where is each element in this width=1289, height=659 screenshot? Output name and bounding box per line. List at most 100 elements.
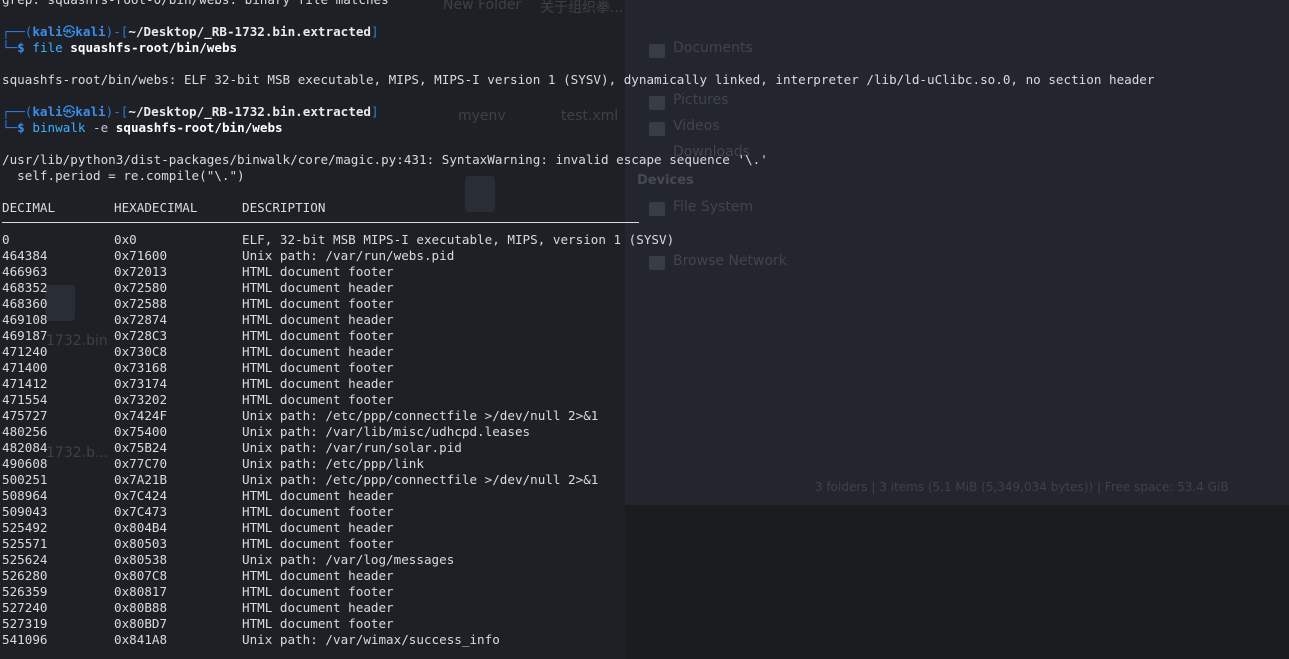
cell-hexadecimal: 0x75400 <box>114 424 168 439</box>
cell-hexadecimal: 0x72588 <box>114 296 168 311</box>
column-header-hexadecimal: HEXADECIMAL <box>114 200 198 215</box>
cell-decimal: 464384 <box>2 248 48 263</box>
command-argument: squashfs-root/bin/webs <box>70 40 238 55</box>
cell-hexadecimal: 0x804B4 <box>114 520 168 535</box>
grep-output-line: grep: squashfs-root-0/bin/webs: binary f… <box>2 0 1287 8</box>
cell-description: Unix path: /var/log/messages <box>242 552 455 567</box>
cell-hexadecimal: 0x728C3 <box>114 328 168 343</box>
cell-decimal: 482084 <box>2 440 48 455</box>
cell-hexadecimal: 0x80538 <box>114 552 168 567</box>
table-row: 469108 0x72874 HTML document header <box>2 312 1287 328</box>
cell-description: HTML document header <box>242 520 394 535</box>
table-row: 525492 0x804B4 HTML document header <box>2 520 1287 536</box>
cell-hexadecimal: 0x80B88 <box>114 600 168 615</box>
cell-description: Unix path: /etc/ppp/connectfile >/dev/nu… <box>242 472 599 487</box>
cell-description: HTML document header <box>242 344 394 359</box>
cell-hexadecimal: 0x80817 <box>114 584 168 599</box>
terminal-output[interactable]: grep: squashfs-root-0/bin/webs: binary f… <box>2 0 1287 648</box>
table-row: 0 0x0 ELF, 32-bit MSB MIPS-I executable, M… <box>2 232 1287 248</box>
cell-decimal: 526280 <box>2 568 48 583</box>
cell-hexadecimal: 0x73174 <box>114 376 168 391</box>
cell-description: HTML document header <box>242 600 394 615</box>
cell-hexadecimal: 0x7424F <box>114 408 168 423</box>
prompt-dollar: $ <box>17 120 25 135</box>
table-row: 490608 0x77C70 Unix path: /etc/ppp/link <box>2 456 1287 472</box>
cell-decimal: 475727 <box>2 408 48 423</box>
table-row: 509043 0x7C473 HTML document footer <box>2 504 1287 520</box>
prompt-host: kali <box>75 104 106 119</box>
cell-decimal: 490608 <box>2 456 48 471</box>
cell-description: HTML document footer <box>242 616 394 631</box>
cell-hexadecimal: 0x77C70 <box>114 456 168 471</box>
cell-decimal: 0 <box>2 232 10 247</box>
table-row: 466963 0x72013 HTML document footer <box>2 264 1287 280</box>
table-row: 525624 0x80538 Unix path: /var/log/message… <box>2 552 1287 568</box>
cell-description: Unix path: /etc/ppp/connectfile >/dev/nu… <box>242 408 599 423</box>
cell-description: Unix path: /var/lib/misc/udhcpd.leases <box>242 424 531 439</box>
command-name: file <box>32 40 63 55</box>
cell-decimal: 466963 <box>2 264 48 279</box>
cell-decimal: 525571 <box>2 536 48 551</box>
cell-description: HTML document header <box>242 376 394 391</box>
prompt-user: kali <box>32 104 63 119</box>
cell-hexadecimal: 0x75B24 <box>114 440 168 455</box>
cell-description: ELF, 32-bit MSB MIPS-I executable, MIPS,… <box>242 232 675 247</box>
cell-hexadecimal: 0x80BD7 <box>114 616 168 631</box>
cell-decimal: 508964 <box>2 488 48 503</box>
command-line: └─$ file squashfs-root/bin/webs <box>2 40 238 55</box>
cell-description: HTML document header <box>242 568 394 583</box>
table-row: 482084 0x75B24 Unix path: /var/run/solar.p… <box>2 440 1287 456</box>
table-row: 475727 0x7424F Unix path: /etc/ppp/connect… <box>2 408 1287 424</box>
cell-decimal: 527319 <box>2 616 48 631</box>
cell-hexadecimal: 0x0 <box>114 232 137 247</box>
table-separator <box>2 222 639 223</box>
cell-decimal: 469108 <box>2 312 48 327</box>
cell-decimal: 471240 <box>2 344 48 359</box>
column-header-description: DESCRIPTION <box>242 200 326 215</box>
cell-hexadecimal: 0x80503 <box>114 536 168 551</box>
table-row: 471240 0x730C8 HTML document header <box>2 344 1287 360</box>
cell-decimal: 468360 <box>2 296 48 311</box>
cell-description: Unix path: /etc/ppp/link <box>242 456 424 471</box>
cell-hexadecimal: 0x730C8 <box>114 344 168 359</box>
table-row: 541096 0x841A8 Unix path: /var/wimax/succe… <box>2 632 1287 648</box>
prompt-line: ┌──(kali㉿kali)-[~/Desktop/_RB-1732.bin.e… <box>2 104 379 119</box>
prompt-user: kali <box>32 24 63 39</box>
command-name: binwalk <box>32 120 86 135</box>
cell-description: HTML document footer <box>242 328 394 343</box>
cell-description: HTML document header <box>242 488 394 503</box>
prompt-path: ~/Desktop/_RB-1732.bin.extracted <box>128 24 372 39</box>
prompt-host: kali <box>75 24 106 39</box>
prompt-path: ~/Desktop/_RB-1732.bin.extracted <box>128 104 372 119</box>
table-row: 471400 0x73168 HTML document footer <box>2 360 1287 376</box>
cell-decimal: 525492 <box>2 520 48 535</box>
cell-decimal: 500251 <box>2 472 48 487</box>
cell-description: HTML document footer <box>242 504 394 519</box>
binwalk-table-header: DECIMAL HEXADECIMAL DESCRIPTION <box>2 200 1287 216</box>
cell-hexadecimal: 0x73168 <box>114 360 168 375</box>
cell-decimal: 469187 <box>2 328 48 343</box>
table-row: 468352 0x72580 HTML document header <box>2 280 1287 296</box>
cell-hexadecimal: 0x841A8 <box>114 632 168 647</box>
cell-decimal: 526359 <box>2 584 48 599</box>
cell-decimal: 541096 <box>2 632 48 647</box>
cell-hexadecimal: 0x73202 <box>114 392 168 407</box>
prompt-at-symbol: ㉿ <box>62 24 76 39</box>
cell-hexadecimal: 0x72874 <box>114 312 168 327</box>
cell-decimal: 527240 <box>2 600 48 615</box>
prompt-line: ┌──(kali㉿kali)-[~/Desktop/_RB-1732.bin.e… <box>2 24 379 39</box>
cell-description: HTML document footer <box>242 360 394 375</box>
command-argument: squashfs-root/bin/webs <box>115 120 283 135</box>
cell-hexadecimal: 0x7C424 <box>114 488 168 503</box>
table-row: 471412 0x73174 HTML document header <box>2 376 1287 392</box>
cell-decimal: 525624 <box>2 552 48 567</box>
cell-description: HTML document header <box>242 312 394 327</box>
cell-description: Unix path: /var/run/solar.pid <box>242 440 462 455</box>
table-row: 500251 0x7A21B Unix path: /etc/ppp/connect… <box>2 472 1287 488</box>
cell-description: HTML document footer <box>242 264 394 279</box>
table-row: 480256 0x75400 Unix path: /var/lib/misc/ud… <box>2 424 1287 440</box>
cell-description: HTML document header <box>242 280 394 295</box>
cell-hexadecimal: 0x71600 <box>114 248 168 263</box>
prompt-at-symbol: ㉿ <box>62 104 76 119</box>
table-row: 527319 0x80BD7 HTML document footer <box>2 616 1287 632</box>
